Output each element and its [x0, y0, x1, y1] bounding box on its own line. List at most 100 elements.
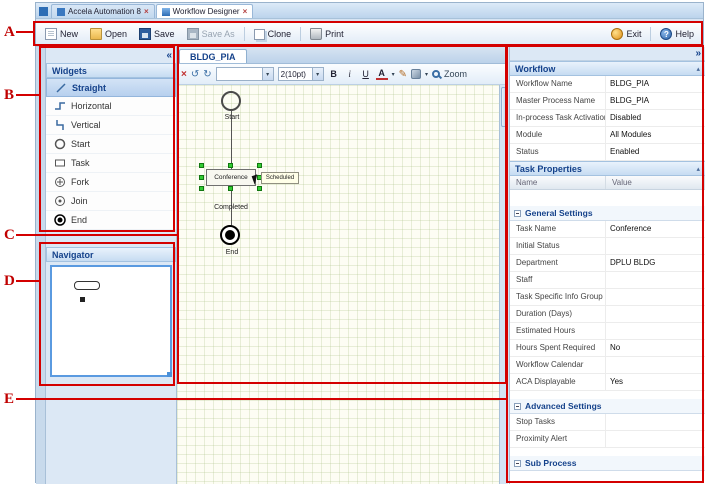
collapse-left-panel-button[interactable]: « — [166, 50, 172, 61]
selection-handle[interactable] — [199, 175, 204, 180]
new-button[interactable]: New — [40, 26, 83, 42]
selection-handle[interactable] — [228, 163, 233, 168]
workflow-tab-bldg-pia[interactable]: BLDG_PIA — [179, 49, 247, 63]
clone-button[interactable]: Clone — [249, 27, 297, 42]
delete-icon[interactable]: × — [181, 69, 187, 80]
highlighter-pen-icon[interactable]: ✎ — [399, 69, 407, 80]
widget-item-task[interactable]: Task — [46, 154, 176, 173]
widget-item-label: Vertical — [71, 120, 101, 130]
widget-item-end[interactable]: End — [46, 211, 176, 230]
tab-label: Accela Automation 8 — [68, 7, 141, 16]
clone-button-label: Clone — [268, 29, 292, 39]
workflow-property-row[interactable]: Master Process NameBLDG_PIA — [510, 93, 705, 110]
fill-color-icon[interactable] — [411, 69, 421, 79]
widgets-panel-header[interactable]: Widgets — [46, 63, 176, 78]
chevron-down-icon[interactable]: ▾ — [392, 71, 395, 78]
annotation-letter-e: E — [4, 391, 14, 408]
end-node[interactable] — [220, 225, 240, 245]
workflow-property-row[interactable]: StatusEnabled — [510, 144, 705, 161]
widget-item-join[interactable]: Join — [46, 192, 176, 211]
scrollbar-thumb[interactable] — [501, 87, 507, 127]
workflow-property-row[interactable]: In-process Task ActivationDisabled — [510, 110, 705, 127]
font-size-select[interactable]: 2(10pt) ▾ — [278, 67, 324, 81]
close-tab-icon[interactable]: × — [144, 8, 149, 16]
tab-accela-automation[interactable]: Accela Automation 8 × — [51, 4, 155, 18]
save-as-button[interactable]: Save As — [182, 26, 240, 42]
property-value: DPLU BLDG — [606, 255, 705, 272]
toolbar-separator — [650, 27, 651, 41]
group-header-sub-process[interactable]: Sub Process — [510, 456, 705, 471]
task-property-row[interactable]: Estimated Hours — [510, 323, 705, 340]
task-properties-header[interactable]: Task Properties ▴ — [510, 161, 705, 176]
task-property-row[interactable]: ACA DisplayableYes — [510, 374, 705, 391]
selection-handle[interactable] — [257, 186, 262, 191]
task-property-row[interactable]: Staff — [510, 272, 705, 289]
panel-toggle-icon[interactable]: ▴ — [696, 165, 700, 173]
font-color-button[interactable]: A — [376, 68, 388, 80]
task-property-row[interactable]: Task NameConference — [510, 221, 705, 238]
property-name: Status — [510, 144, 606, 161]
task-property-row[interactable]: Hours Spent RequiredNo — [510, 340, 705, 357]
property-value: No — [606, 340, 705, 357]
widget-item-vertical[interactable]: Vertical — [46, 116, 176, 135]
task-property-row[interactable]: Workflow Calendar — [510, 357, 705, 374]
collapse-group-icon[interactable] — [514, 403, 521, 410]
property-value: All Modules — [606, 127, 705, 144]
navigator-resize-handle[interactable] — [167, 372, 172, 377]
panel-toggle-icon[interactable]: ▴ — [696, 65, 700, 73]
navigator-panel-header[interactable]: Navigator — [46, 247, 176, 262]
exit-button[interactable]: Exit — [606, 26, 646, 42]
task-property-row[interactable]: Stop Tasks — [510, 414, 705, 431]
task-property-row[interactable]: Initial Status — [510, 238, 705, 255]
collapse-right-panel-button[interactable]: » — [695, 48, 701, 59]
bold-button[interactable]: B — [328, 69, 340, 79]
left-splitter-strip[interactable] — [36, 47, 46, 484]
task-node-conference[interactable]: Conference — [206, 169, 256, 186]
task-status-tooltip: Scheduled — [261, 172, 299, 184]
task-property-row[interactable]: Task Specific Info Group — [510, 289, 705, 306]
widget-item-fork[interactable]: Fork — [46, 173, 176, 192]
property-name: Duration (Days) — [510, 306, 606, 323]
workflow-canvas[interactable]: Start Conference Scheduled Completed End — [177, 85, 499, 484]
collapse-group-icon[interactable] — [514, 210, 521, 217]
workflow-property-row[interactable]: Workflow NameBLDG_PIA — [510, 76, 705, 93]
page-icon — [57, 8, 65, 16]
selection-handle[interactable] — [257, 163, 262, 168]
chevron-down-icon[interactable]: ▾ — [425, 71, 428, 78]
workflow-property-row[interactable]: ModuleAll Modules — [510, 127, 705, 144]
task-property-row[interactable]: DepartmentDPLU BLDG — [510, 255, 705, 272]
group-header-general-settings[interactable]: General Settings — [510, 206, 705, 221]
group-header-advanced-settings[interactable]: Advanced Settings — [510, 399, 705, 414]
navigator-thumbnail[interactable] — [50, 265, 172, 377]
print-button[interactable]: Print — [305, 26, 349, 42]
zoom-label[interactable]: Zoom — [444, 69, 467, 79]
widget-item-label: Horizontal — [71, 101, 112, 111]
app-window: Accela Automation 8 × Workflow Designer … — [35, 2, 704, 483]
widget-item-start[interactable]: Start — [46, 135, 176, 154]
font-name-select[interactable]: ▾ — [216, 67, 274, 81]
workflow-panel-header[interactable]: Workflow ▴ — [510, 61, 705, 76]
italic-button[interactable]: i — [344, 69, 356, 79]
task-property-row[interactable]: Duration (Days) — [510, 306, 705, 323]
help-button[interactable]: Help — [655, 26, 699, 42]
redo-icon[interactable]: ↻ — [203, 69, 211, 80]
canvas-vertical-scrollbar[interactable] — [499, 85, 508, 484]
save-button[interactable]: Save — [134, 26, 180, 42]
undo-icon[interactable]: ↺ — [191, 69, 199, 80]
zoom-magnifier-icon[interactable] — [432, 70, 440, 78]
close-tab-icon[interactable]: × — [243, 8, 248, 16]
underline-button[interactable]: U — [360, 69, 372, 79]
save-disk-icon — [139, 28, 151, 40]
open-button[interactable]: Open — [85, 26, 132, 42]
widget-item-horizontal[interactable]: Horizontal — [46, 97, 176, 116]
tab-workflow-designer[interactable]: Workflow Designer × — [156, 4, 254, 18]
toolbar-separator — [300, 27, 301, 41]
collapse-group-icon[interactable] — [514, 460, 521, 467]
task-property-row[interactable]: Proximity Alert — [510, 431, 705, 448]
selection-handle[interactable] — [199, 163, 204, 168]
selection-handle[interactable] — [199, 186, 204, 191]
widget-item-straight[interactable]: Straight — [46, 78, 176, 97]
end-node-core — [225, 230, 235, 240]
selection-handle[interactable] — [228, 186, 233, 191]
start-node[interactable] — [221, 91, 241, 111]
